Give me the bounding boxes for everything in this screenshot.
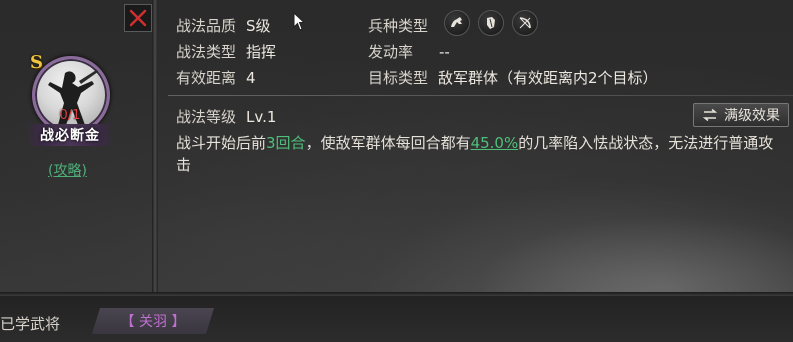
skill-name-plate: 战必断金 (26, 124, 114, 146)
strategy-guide-link[interactable]: (攻略) (48, 160, 87, 180)
activation-rate-value: -- (439, 43, 450, 61)
skill-level-row: 战法等级 Lv.1 (176, 106, 276, 127)
skill-level-label: 战法等级 (176, 108, 237, 126)
section-divider (168, 95, 793, 96)
bow-icon (512, 10, 538, 36)
skill-portrait-card[interactable]: S 0/1 战必断金 (26, 52, 114, 152)
quality-row: 战法品质 S级 (176, 15, 271, 36)
rounds-highlight: 3回合 (266, 134, 306, 152)
target-type-label: 目标类型 (368, 69, 429, 87)
quality-value: S级 (246, 17, 271, 35)
close-icon (129, 9, 147, 27)
learned-count: 0/1 (59, 108, 81, 123)
range-label: 有效距离 (176, 69, 237, 87)
cavalry-icon (444, 10, 470, 36)
max-level-effect-button[interactable]: 满级效果 (693, 103, 789, 127)
target-type-value: 敌军群体（有效距离内2个目标） (438, 69, 658, 87)
grade-badge: S (30, 52, 43, 73)
range-row: 有效距离 4 (176, 67, 256, 88)
troop-type-label: 兵种类型 (368, 17, 429, 35)
troop-type-icons (444, 10, 538, 36)
mouse-cursor-icon (293, 12, 306, 31)
skill-card-panel: S 0/1 战必断金 (攻略) (0, 0, 152, 292)
target-type-row: 目标类型 敌军群体（有效距离内2个目标） (368, 67, 658, 88)
quality-label: 战法品质 (176, 17, 237, 35)
range-value: 4 (246, 69, 256, 87)
skill-type-value: 指挥 (246, 43, 277, 61)
activation-rate-label: 发动率 (368, 43, 414, 61)
panel-divider (152, 0, 158, 292)
activation-rate-row: 发动率 -- (368, 41, 450, 62)
shield-icon (478, 10, 504, 36)
chance-highlight[interactable]: 45.0% (471, 134, 519, 152)
close-button[interactable] (124, 4, 152, 32)
troop-type-row: 兵种类型 (368, 15, 428, 36)
max-level-effect-label: 满级效果 (724, 108, 780, 124)
general-tag-guanyu[interactable]: 【 关羽 】 (92, 308, 214, 334)
description-text-1: 战斗开始后前 (176, 134, 267, 152)
learned-generals-label: 已学武将 (0, 315, 61, 333)
skill-name: 战必断金 (40, 128, 100, 144)
skill-type-row: 战法类型 指挥 (176, 41, 276, 62)
skill-type-label: 战法类型 (176, 43, 237, 61)
skill-description: 战斗开始后前3回合，使敌军群体每回合都有45.0%的几率陷入怯战状态，无法进行普… (176, 132, 786, 176)
description-text-2: ，使敌军群体每回合都有 (305, 134, 471, 152)
skill-level-value: Lv.1 (246, 108, 277, 126)
swap-arrows-icon (702, 109, 718, 121)
